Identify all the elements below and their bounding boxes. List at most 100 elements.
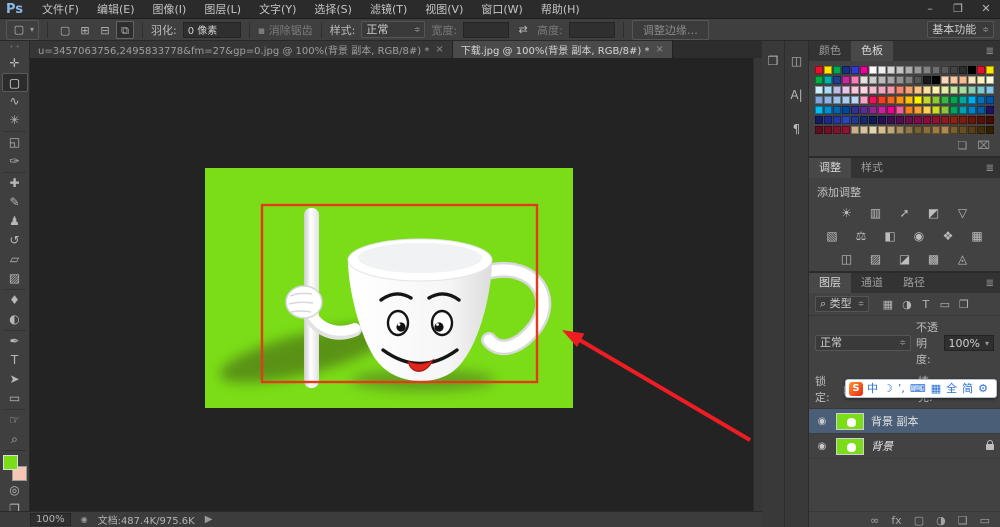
feather-input[interactable] [183, 22, 241, 38]
color-swatch[interactable] [869, 76, 877, 84]
layer-filter-kind-select[interactable]: ⌕ 类型 ≑ [815, 296, 869, 312]
color-swatch[interactable] [977, 96, 985, 104]
color-swatch[interactable] [914, 126, 922, 134]
color-swatch[interactable] [878, 126, 886, 134]
color-swatch[interactable] [860, 116, 868, 124]
color-swatch[interactable] [968, 66, 976, 74]
color-swatch[interactable] [887, 126, 895, 134]
color-swatch[interactable] [950, 66, 958, 74]
color-swatch[interactable] [923, 106, 931, 114]
layer-row[interactable]: ◉背景 [809, 434, 1000, 459]
new-adjustment-layer-icon[interactable]: ◑ [936, 514, 946, 527]
color-swatch[interactable] [869, 86, 877, 94]
color-swatch[interactable] [923, 116, 931, 124]
color-swatch[interactable] [923, 76, 931, 84]
zoom-level-field[interactable]: 100% [30, 513, 71, 526]
color-swatch[interactable] [914, 96, 922, 104]
color-swatch[interactable] [986, 116, 994, 124]
color-swatch[interactable] [833, 126, 841, 134]
color-swatch[interactable] [869, 116, 877, 124]
foreground-color-swatch[interactable] [3, 455, 18, 470]
adjustment-color-balance-icon[interactable]: ⚖ [851, 228, 871, 245]
link-layers-icon[interactable]: ∞ [870, 514, 879, 527]
color-swatch[interactable] [977, 86, 985, 94]
quick-selection-tool[interactable]: ✳ [2, 111, 28, 130]
color-swatch[interactable] [815, 66, 823, 74]
color-swatch[interactable] [968, 86, 976, 94]
character-panel-icon[interactable]: A| [786, 85, 808, 105]
menu-image[interactable]: 图像(I) [144, 0, 196, 19]
color-swatch[interactable] [833, 86, 841, 94]
color-swatch[interactable] [959, 76, 967, 84]
color-swatch[interactable] [815, 126, 823, 134]
antialias-checkbox[interactable]: ▪ 消除锯齿 [258, 22, 313, 38]
color-swatch[interactable] [851, 86, 859, 94]
filter-adjustment-layers-icon[interactable]: ◑ [899, 298, 914, 311]
intersect-selection-button[interactable]: ⧉ [116, 21, 134, 39]
document-tab-2[interactable]: 下载.jpg @ 100%(背景 副本, RGB/8#) *× [453, 41, 673, 58]
color-swatch[interactable] [986, 126, 994, 134]
color-swatch[interactable] [932, 116, 940, 124]
filter-smart-objects-icon[interactable]: ❐ [956, 298, 971, 311]
adjustment-invert-icon[interactable]: ◫ [837, 251, 857, 268]
color-swatch[interactable] [905, 66, 913, 74]
color-swatch[interactable] [932, 126, 940, 134]
gradient-tool[interactable]: ▨ [2, 269, 28, 288]
status-menu-arrow[interactable]: ▶ [205, 514, 213, 525]
adjustment-selective-color-icon[interactable]: ◬ [953, 251, 973, 268]
hand-tool[interactable]: ☞ [2, 411, 28, 430]
close-tab-icon[interactable]: × [435, 44, 443, 55]
layers-tab-paths[interactable]: 路径 [893, 273, 935, 293]
color-swatch[interactable] [896, 126, 904, 134]
ime-half-full-moon-icon[interactable]: ☽ [883, 380, 893, 397]
color-swatch[interactable] [905, 116, 913, 124]
ime-chinese-mode-icon[interactable]: 中 [867, 380, 878, 397]
rectangle-tool[interactable]: ▭ [2, 389, 28, 408]
color-swatch[interactable] [824, 96, 832, 104]
color-swatch[interactable] [878, 106, 886, 114]
color-swatch[interactable] [896, 76, 904, 84]
color-swatch[interactable] [860, 76, 868, 84]
color-swatch[interactable] [914, 66, 922, 74]
ime-fullwidth-icon[interactable]: 全 [946, 380, 957, 397]
color-swatch[interactable] [941, 126, 949, 134]
layer-row[interactable]: ◉背景 副本 [809, 409, 1000, 434]
color-swatch[interactable] [986, 96, 994, 104]
filter-pixel-layers-icon[interactable]: ▦ [880, 298, 895, 311]
color-swatch[interactable] [932, 96, 940, 104]
clone-stamp-tool[interactable]: ♟ [2, 212, 28, 231]
color-swatch[interactable] [923, 86, 931, 94]
color-swatch[interactable] [986, 66, 994, 74]
adjustment-gradient-map-icon[interactable]: ▩ [924, 251, 944, 268]
color-swatch[interactable] [878, 116, 886, 124]
color-swatch[interactable] [950, 96, 958, 104]
color-swatch[interactable] [869, 106, 877, 114]
toolbar-grip[interactable]: • • [0, 41, 29, 54]
color-swatch[interactable] [878, 96, 886, 104]
color-swatch[interactable] [833, 76, 841, 84]
color-swatch[interactable] [905, 86, 913, 94]
color-swatch[interactable] [950, 86, 958, 94]
workspace-switcher[interactable]: 基本功能≑ [927, 21, 994, 38]
color-swatch[interactable] [824, 66, 832, 74]
color-swatch[interactable] [815, 116, 823, 124]
color-swatch[interactable] [986, 76, 994, 84]
adjustments-panel-menu-icon[interactable]: ≣ [986, 163, 1000, 174]
quick-mask-button[interactable]: ◎ [2, 481, 28, 500]
color-swatch[interactable] [896, 116, 904, 124]
menu-select[interactable]: 选择(S) [305, 0, 361, 19]
ime-symbol-picker-icon[interactable]: ▦ [931, 380, 941, 397]
color-swatch[interactable] [959, 66, 967, 74]
color-swatch[interactable] [860, 66, 868, 74]
color-swatch[interactable] [914, 76, 922, 84]
color-swatch[interactable] [878, 86, 886, 94]
ime-punctuation-icon[interactable]: ’, [898, 380, 905, 397]
close-button[interactable]: ✕ [972, 1, 1000, 18]
swatches-new-swatch-icon[interactable]: ❏ [957, 139, 967, 152]
width-input[interactable] [463, 22, 509, 38]
color-swatch[interactable] [932, 86, 940, 94]
layer-visibility-eye-icon[interactable]: ◉ [815, 416, 829, 427]
adjustment-levels-icon[interactable]: ▥ [866, 205, 886, 222]
color-swatch[interactable] [932, 66, 940, 74]
history-panel-icon[interactable]: ❒ [762, 51, 784, 71]
